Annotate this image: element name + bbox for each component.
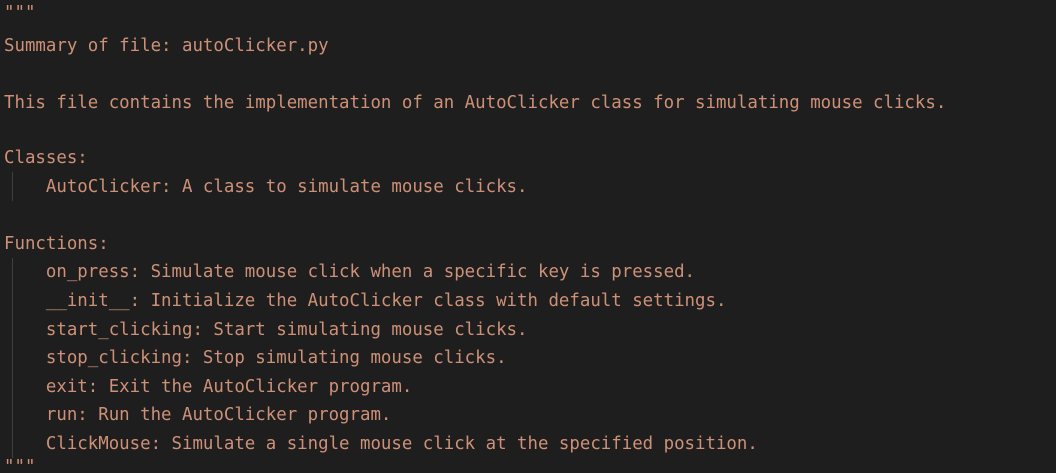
code-line-9[interactable]: Functions:	[4, 230, 109, 259]
code-line-7[interactable]: AutoClicker: A class to simulate mouse c…	[4, 173, 528, 202]
code-line-14[interactable]: exit: Exit the AutoClicker program.	[4, 373, 412, 402]
code-line-13[interactable]: stop_clicking: Stop simulating mouse cli…	[4, 344, 507, 373]
code-line-10[interactable]: on_press: Simulate mouse click when a sp…	[4, 258, 695, 287]
code-line-12[interactable]: start_clicking: Start simulating mouse c…	[4, 316, 528, 345]
code-editor[interactable]: """ Summary of file: autoClicker.py This…	[0, 0, 1056, 473]
code-line-2[interactable]: Summary of file: autoClicker.py	[4, 32, 329, 61]
code-line-4[interactable]: This file contains the implementation of…	[4, 89, 946, 118]
code-line-17[interactable]: """	[4, 453, 35, 473]
code-line-15[interactable]: run: Run the AutoClicker program.	[4, 401, 392, 430]
code-line-1[interactable]: """	[4, 0, 35, 28]
code-line-11[interactable]: __init__: Initialize the AutoClicker cla…	[4, 287, 727, 316]
code-line-6[interactable]: Classes:	[4, 144, 88, 173]
code-line-16[interactable]: ClickMouse: Simulate a single mouse clic…	[4, 430, 758, 459]
